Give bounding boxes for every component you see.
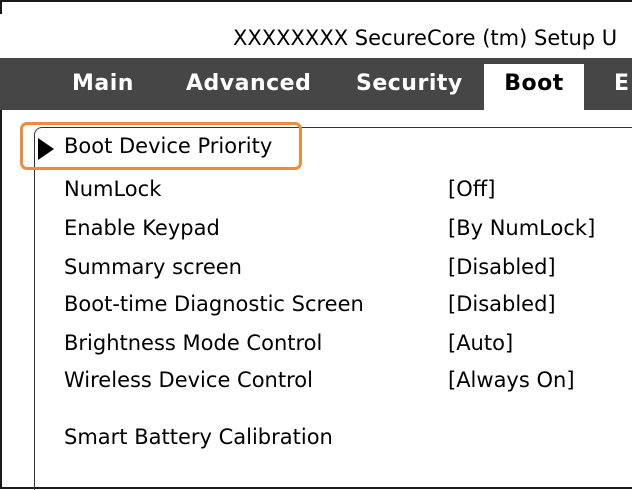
brightness-mode-label[interactable]: Brightness Mode Control xyxy=(64,331,322,355)
menu-bar: Main Advanced Security Boot E xyxy=(0,58,632,110)
tab-main[interactable]: Main xyxy=(72,58,134,110)
tab-exit[interactable]: E xyxy=(614,58,630,110)
tab-boot[interactable]: Boot xyxy=(484,64,584,110)
setup-title: XXXXXXXX SecureCore (tm) Setup U xyxy=(233,26,618,50)
tab-security[interactable]: Security xyxy=(356,58,463,110)
smart-battery-calibration-item[interactable]: Smart Battery Calibration xyxy=(64,425,333,449)
boot-device-priority-item[interactable]: Boot Device Priority xyxy=(64,134,272,158)
tab-advanced[interactable]: Advanced xyxy=(186,58,311,110)
enable-keypad-value[interactable]: [By NumLock] xyxy=(448,216,595,240)
boot-diagnostic-label[interactable]: Boot-time Diagnostic Screen xyxy=(64,292,364,316)
numlock-value[interactable]: [Off] xyxy=(448,177,495,201)
wireless-device-label[interactable]: Wireless Device Control xyxy=(64,368,313,392)
wireless-device-value[interactable]: [Always On] xyxy=(448,368,575,392)
brightness-mode-value[interactable]: [Auto] xyxy=(448,331,513,355)
summary-screen-label[interactable]: Summary screen xyxy=(64,255,242,279)
submenu-arrow-icon xyxy=(38,138,54,160)
summary-screen-value[interactable]: [Disabled] xyxy=(448,255,556,279)
numlock-label[interactable]: NumLock xyxy=(64,177,161,201)
enable-keypad-label[interactable]: Enable Keypad xyxy=(64,216,220,240)
boot-diagnostic-value[interactable]: [Disabled] xyxy=(448,292,556,316)
